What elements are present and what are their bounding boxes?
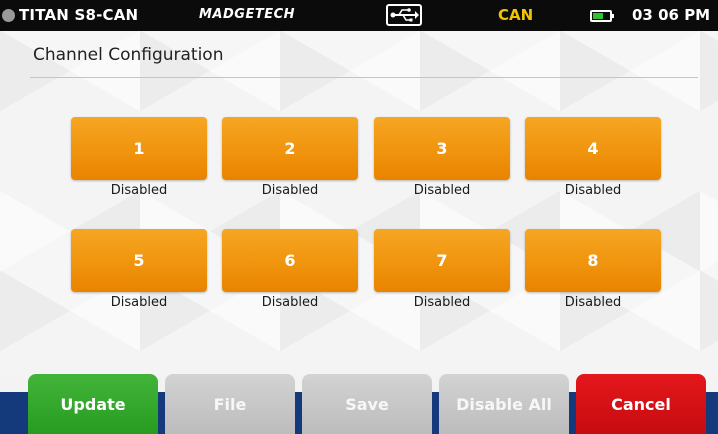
- channel-cell-6: 6 Disabled: [222, 229, 358, 329]
- channel-6-button[interactable]: 6: [222, 229, 358, 292]
- channel-1-button[interactable]: 1: [71, 117, 207, 180]
- save-button[interactable]: Save: [302, 374, 432, 434]
- channel-1-status: Disabled: [110, 183, 168, 198]
- battery-fill: [593, 13, 603, 19]
- battery-icon: [590, 10, 614, 22]
- device-name: TITAN S8-CAN: [19, 6, 139, 24]
- channel-3-status: Disabled: [413, 183, 471, 198]
- channel-cell-3: 3 Disabled: [374, 117, 510, 217]
- channel-3-button[interactable]: 3: [374, 117, 510, 180]
- brand-logo: MADGETECH: [199, 7, 296, 22]
- channel-5-status: Disabled: [110, 295, 168, 310]
- usb-icon: [386, 4, 422, 26]
- cancel-button[interactable]: Cancel: [576, 374, 706, 434]
- update-button[interactable]: Update: [28, 374, 158, 434]
- channel-cell-1: 1 Disabled: [71, 117, 207, 217]
- file-button[interactable]: File: [165, 374, 295, 434]
- channel-cell-8: 8 Disabled: [525, 229, 661, 329]
- channel-cell-4: 4 Disabled: [525, 117, 661, 217]
- channel-cell-2: 2 Disabled: [222, 117, 358, 217]
- channel-2-button[interactable]: 2: [222, 117, 358, 180]
- channel-7-button[interactable]: 7: [374, 229, 510, 292]
- mode-indicator: CAN: [498, 6, 534, 24]
- channel-2-status: Disabled: [261, 183, 319, 198]
- channel-8-status: Disabled: [564, 295, 622, 310]
- channel-cell-5: 5 Disabled: [71, 229, 207, 329]
- channel-cell-7: 7 Disabled: [374, 229, 510, 329]
- channel-7-status: Disabled: [413, 295, 471, 310]
- channel-4-status: Disabled: [564, 183, 622, 198]
- page-title: Channel Configuration: [33, 45, 224, 65]
- title-divider: [30, 77, 698, 78]
- channel-4-button[interactable]: 4: [525, 117, 661, 180]
- channel-5-button[interactable]: 5: [71, 229, 207, 292]
- channel-8-button[interactable]: 8: [525, 229, 661, 292]
- clock: 03 06 PM: [632, 6, 711, 24]
- channel-6-status: Disabled: [261, 295, 319, 310]
- status-bar: TITAN S8-CAN MADGETECH CAN 03 06 PM: [0, 0, 718, 31]
- disable-all-button[interactable]: Disable All: [439, 374, 569, 434]
- content-area: Channel Configuration 1 Disabled 2 Disab…: [0, 31, 718, 374]
- bottom-toolbar: Update File Save Disable All Cancel: [0, 374, 718, 434]
- status-dot-icon: [2, 9, 15, 22]
